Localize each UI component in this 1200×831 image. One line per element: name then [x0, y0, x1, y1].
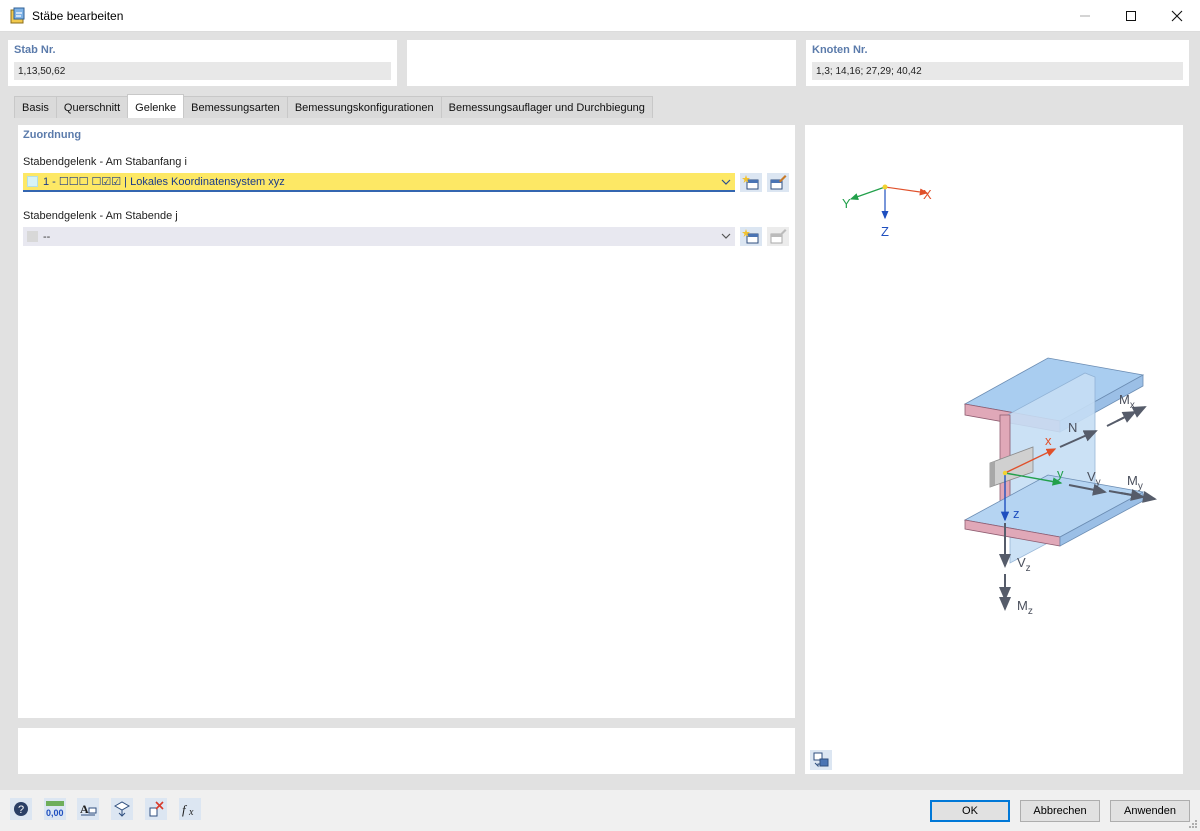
global-axes: X Y Z [842, 184, 932, 239]
node-number-box: Knoten Nr. 1,3; 14,16; 27,29; 40,42 [806, 40, 1189, 86]
member-number-box: Stab Nr. 1,13,50,62 [8, 40, 397, 86]
view-model-button[interactable] [111, 798, 133, 820]
tab-design-configurations[interactable]: Bemessungskonfigurationen [286, 96, 442, 118]
i-beam-section [963, 357, 1145, 564]
ok-button[interactable]: OK [930, 800, 1010, 822]
formula-icon: f x [182, 802, 194, 818]
diagram-options-button[interactable] [810, 750, 832, 770]
close-icon [1171, 10, 1183, 22]
svg-text:0,00: 0,00 [46, 808, 64, 818]
tab-hinges[interactable]: Gelenke [127, 94, 185, 118]
local-z-label: z [1013, 506, 1020, 521]
node-number-field[interactable]: 1,3; 14,16; 27,29; 40,42 [812, 62, 1183, 80]
edit-item-icon [770, 174, 787, 189]
svg-text:A: A [80, 802, 89, 816]
edit-item-icon [770, 228, 787, 243]
global-y-label: Y [842, 196, 851, 211]
help-icon: ? [14, 802, 28, 816]
chevron-down-icon [721, 179, 731, 185]
empty-info-box [407, 40, 796, 86]
tab-bar: Basis Querschnitt Gelenke Bemessungsarte… [14, 94, 653, 118]
new-item-icon [742, 174, 759, 189]
svg-text:f: f [182, 802, 188, 817]
new-hinge-button[interactable] [740, 173, 762, 192]
global-z-label: Z [881, 224, 889, 239]
resize-grip-icon[interactable] [1188, 819, 1198, 829]
edit-hinge-end-button[interactable] [767, 227, 789, 246]
hinge-diagram: X Y Z x y z N Mx Vy My Vz Mz [842, 184, 1157, 617]
end-hinge-label: Stabendgelenk - Am Stabende j [23, 210, 178, 222]
new-item-icon [742, 228, 759, 243]
force-n-label: N [1068, 420, 1077, 435]
moment-mx-label: Mx [1119, 392, 1135, 411]
assignment-panel: Zuordnung Stabendgelenk - Am Stabanfang … [18, 125, 795, 718]
minimize-button[interactable] [1062, 0, 1108, 32]
decimal-places-button[interactable]: 0,00 [44, 798, 66, 820]
moment-my-label: My [1127, 473, 1143, 492]
help-button[interactable]: ? [10, 798, 32, 820]
color-swatch [27, 231, 38, 242]
switch-view-icon [813, 752, 829, 768]
chevron-down-icon [721, 233, 731, 239]
tab-basis[interactable]: Basis [14, 96, 57, 118]
svg-text:x: x [188, 807, 194, 818]
end-hinge-select[interactable]: -- [23, 227, 735, 246]
tab-cross-section[interactable]: Querschnitt [55, 96, 129, 118]
new-hinge-end-button[interactable] [740, 227, 762, 246]
comment-panel [18, 728, 795, 774]
start-hinge-label: Stabendgelenk - Am Stabanfang i [23, 156, 187, 168]
edit-hinge-button[interactable] [767, 173, 789, 192]
end-hinge-value: -- [43, 230, 51, 243]
text-settings-button[interactable]: A [77, 798, 99, 820]
minimize-icon [1080, 15, 1090, 17]
member-number-label: Stab Nr. [14, 44, 56, 56]
local-x-label: x [1045, 433, 1052, 448]
title-bar: Stäbe bearbeiten [0, 0, 1200, 32]
numeric-format-icon: 0,00 [46, 801, 64, 818]
tab-design-supports-deflection[interactable]: Bemessungsauflager und Durchbiegung [440, 96, 653, 118]
start-hinge-value: 1 - ☐☐☐ ☐☑☑ | Lokales Koordinatensystem … [43, 176, 285, 188]
start-hinge-select[interactable]: 1 - ☐☐☐ ☐☑☑ | Lokales Koordinatensystem … [23, 173, 735, 192]
maximize-icon [1126, 11, 1136, 21]
color-swatch [27, 176, 38, 187]
delete-selection-button[interactable] [145, 798, 167, 820]
member-number-field[interactable]: 1,13,50,62 [14, 62, 391, 80]
section-title: Zuordnung [23, 129, 82, 141]
moment-mz-label: Mz [1017, 598, 1033, 617]
app-icon [10, 7, 25, 24]
formula-button[interactable]: f x [179, 798, 201, 820]
model-view-icon [113, 801, 131, 817]
node-number-label: Knoten Nr. [812, 44, 868, 56]
tab-design-types[interactable]: Bemessungsarten [183, 96, 288, 118]
font-settings-icon: A [80, 802, 97, 816]
force-vz-label: Vz [1017, 555, 1031, 574]
close-button[interactable] [1154, 0, 1200, 32]
cancel-button[interactable]: Abbrechen [1020, 800, 1100, 822]
maximize-button[interactable] [1108, 0, 1154, 32]
svg-text:?: ? [18, 804, 24, 816]
apply-button[interactable]: Anwenden [1110, 800, 1190, 822]
global-x-label: X [923, 187, 932, 202]
window-title: Stäbe bearbeiten [32, 9, 124, 23]
local-y-label: y [1057, 466, 1064, 481]
delete-icon [149, 801, 164, 817]
